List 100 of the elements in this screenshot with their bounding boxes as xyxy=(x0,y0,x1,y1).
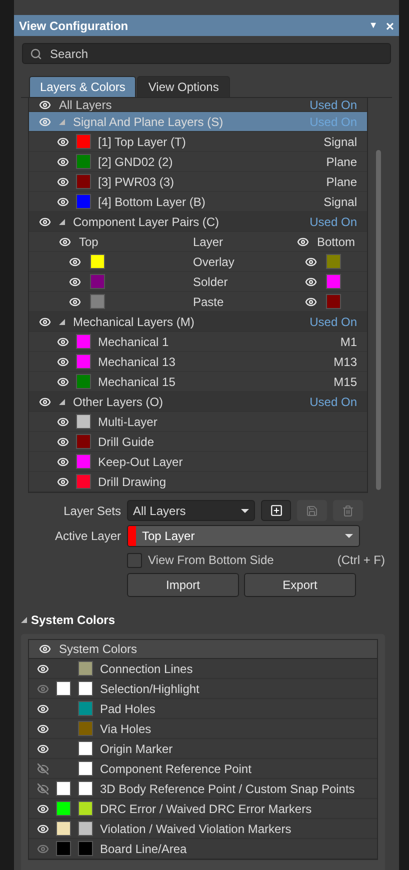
layer-name: [4] Bottom Layer (B) xyxy=(98,194,206,210)
layer-name: Overlay xyxy=(193,254,236,270)
color-name: Via Holes xyxy=(100,720,152,738)
group-title: Component Layer Pairs (C) xyxy=(73,214,220,230)
group-title: Signal And Plane Layers (S) xyxy=(73,114,224,130)
used-on-label: Used On xyxy=(310,314,357,330)
close-button[interactable]: × xyxy=(386,18,394,32)
color-swatch[interactable] xyxy=(326,254,341,269)
layer-type: Plane xyxy=(326,174,357,190)
color-swatch[interactable] xyxy=(78,801,93,816)
layer-type: M13 xyxy=(334,354,357,370)
trash-icon xyxy=(342,504,354,516)
color-swatch[interactable] xyxy=(90,254,105,269)
all-layers-label: All Layers xyxy=(59,98,113,111)
window-title: View Configuration xyxy=(19,18,130,34)
group-title: Other Layers (O) xyxy=(73,394,164,410)
tab[interactable]: Layers & Colors xyxy=(29,76,136,97)
search-input[interactable]: Search xyxy=(50,44,383,62)
color-swatch[interactable] xyxy=(78,721,93,736)
eye-hidden-icon[interactable] xyxy=(37,782,49,794)
color-swatch[interactable] xyxy=(78,741,93,756)
layer-name: Multi-Layer xyxy=(98,414,158,430)
color-swatch[interactable] xyxy=(76,174,91,189)
section-title: System Colors xyxy=(31,612,116,629)
color-swatch[interactable] xyxy=(76,414,91,429)
expanded-caret-icon[interactable] xyxy=(21,617,27,623)
table-header: System Colors xyxy=(59,641,138,658)
expanded-caret-icon[interactable] xyxy=(59,218,65,224)
color-name: Component Reference Point xyxy=(100,760,252,778)
layer-name: [1] Top Layer (T) xyxy=(98,134,187,150)
layer-name: Drill Drawing xyxy=(98,474,168,490)
color-swatch[interactable] xyxy=(76,474,91,489)
color-swatch[interactable] xyxy=(90,274,105,289)
color-swatch[interactable] xyxy=(56,821,71,836)
layer-name: [2] GND02 (2) xyxy=(98,154,174,170)
color-name: Selection/Highlight xyxy=(100,680,200,698)
color-name: DRC Error / Waived DRC Error Markers xyxy=(100,800,312,818)
dropdown-arrow-icon xyxy=(241,508,249,512)
expanded-caret-icon[interactable] xyxy=(59,318,65,324)
layer-type: M1 xyxy=(340,334,357,350)
action-button[interactable]: Export xyxy=(244,573,356,597)
layer-name: Mechanical 13 xyxy=(98,354,176,370)
field-label: Active Layer xyxy=(54,528,121,545)
color-swatch[interactable] xyxy=(78,661,93,676)
used-on-label: Used On xyxy=(310,98,357,111)
used-on-label: Used On xyxy=(310,114,357,130)
layer-sets-dropdown[interactable]: All Layers xyxy=(127,500,255,521)
color-name: 3D Body Reference Point / Custom Snap Points xyxy=(100,780,355,798)
color-swatch[interactable] xyxy=(78,781,93,796)
color-swatch[interactable] xyxy=(76,374,91,389)
color-swatch[interactable] xyxy=(78,701,93,716)
color-swatch[interactable] xyxy=(76,194,91,209)
layer-name: Solder xyxy=(193,274,229,290)
layer-type: Signal xyxy=(324,134,357,150)
group-title: Mechanical Layers (M) xyxy=(73,314,196,330)
column-header: Top xyxy=(79,234,98,250)
color-swatch[interactable] xyxy=(78,841,93,856)
color-swatch[interactable] xyxy=(78,761,93,776)
layer-name: Mechanical 15 xyxy=(98,374,176,390)
color-swatch[interactable] xyxy=(56,781,71,796)
color-swatch[interactable] xyxy=(76,454,91,469)
eye-hidden-icon[interactable] xyxy=(37,762,49,774)
layer-name: [3] PWR03 (3) xyxy=(98,174,176,190)
color-name: Pad Holes xyxy=(100,700,156,718)
color-swatch[interactable] xyxy=(76,134,91,149)
layer-name: Keep-Out Layer xyxy=(98,454,184,470)
color-swatch[interactable] xyxy=(76,334,91,349)
color-name: Connection Lines xyxy=(100,660,193,678)
active-layer-dropdown[interactable]: Top Layer xyxy=(127,525,360,547)
menu-button[interactable]: ▼ xyxy=(368,18,378,32)
layer-name: Drill Guide xyxy=(98,434,156,450)
color-swatch[interactable] xyxy=(76,434,91,449)
layer-name: Mechanical 1 xyxy=(98,334,170,350)
used-on-label: Used On xyxy=(310,214,357,230)
expanded-caret-icon[interactable] xyxy=(59,398,65,404)
color-swatch[interactable] xyxy=(56,801,71,816)
color-swatch[interactable] xyxy=(56,681,71,696)
color-swatch[interactable] xyxy=(56,841,71,856)
color-swatch[interactable] xyxy=(326,294,341,309)
shortcut-label: (Ctrl + F) xyxy=(337,552,385,569)
color-swatch[interactable] xyxy=(90,294,105,309)
action-button[interactable]: Import xyxy=(127,573,239,597)
search-field[interactable]: Search xyxy=(22,43,391,64)
layer-type: Signal xyxy=(324,194,357,210)
checkbox[interactable] xyxy=(127,552,142,568)
color-name: Origin Marker xyxy=(100,740,173,758)
used-on-label: Used On xyxy=(310,394,357,410)
checkbox-label: View From Bottom Side xyxy=(148,552,275,569)
layer-name: Paste xyxy=(193,294,225,310)
color-swatch[interactable] xyxy=(76,354,91,369)
color-name: Violation / Waived Violation Markers xyxy=(100,820,292,838)
search-icon xyxy=(30,48,42,60)
add-layer-set-button[interactable] xyxy=(261,500,291,521)
color-swatch[interactable] xyxy=(78,681,93,696)
color-swatch[interactable] xyxy=(326,274,341,289)
layer-type: Plane xyxy=(326,154,357,170)
tab[interactable]: View Options xyxy=(137,76,230,97)
color-swatch[interactable] xyxy=(78,821,93,836)
field-label: Layer Sets xyxy=(62,502,121,520)
color-swatch[interactable] xyxy=(76,154,91,169)
